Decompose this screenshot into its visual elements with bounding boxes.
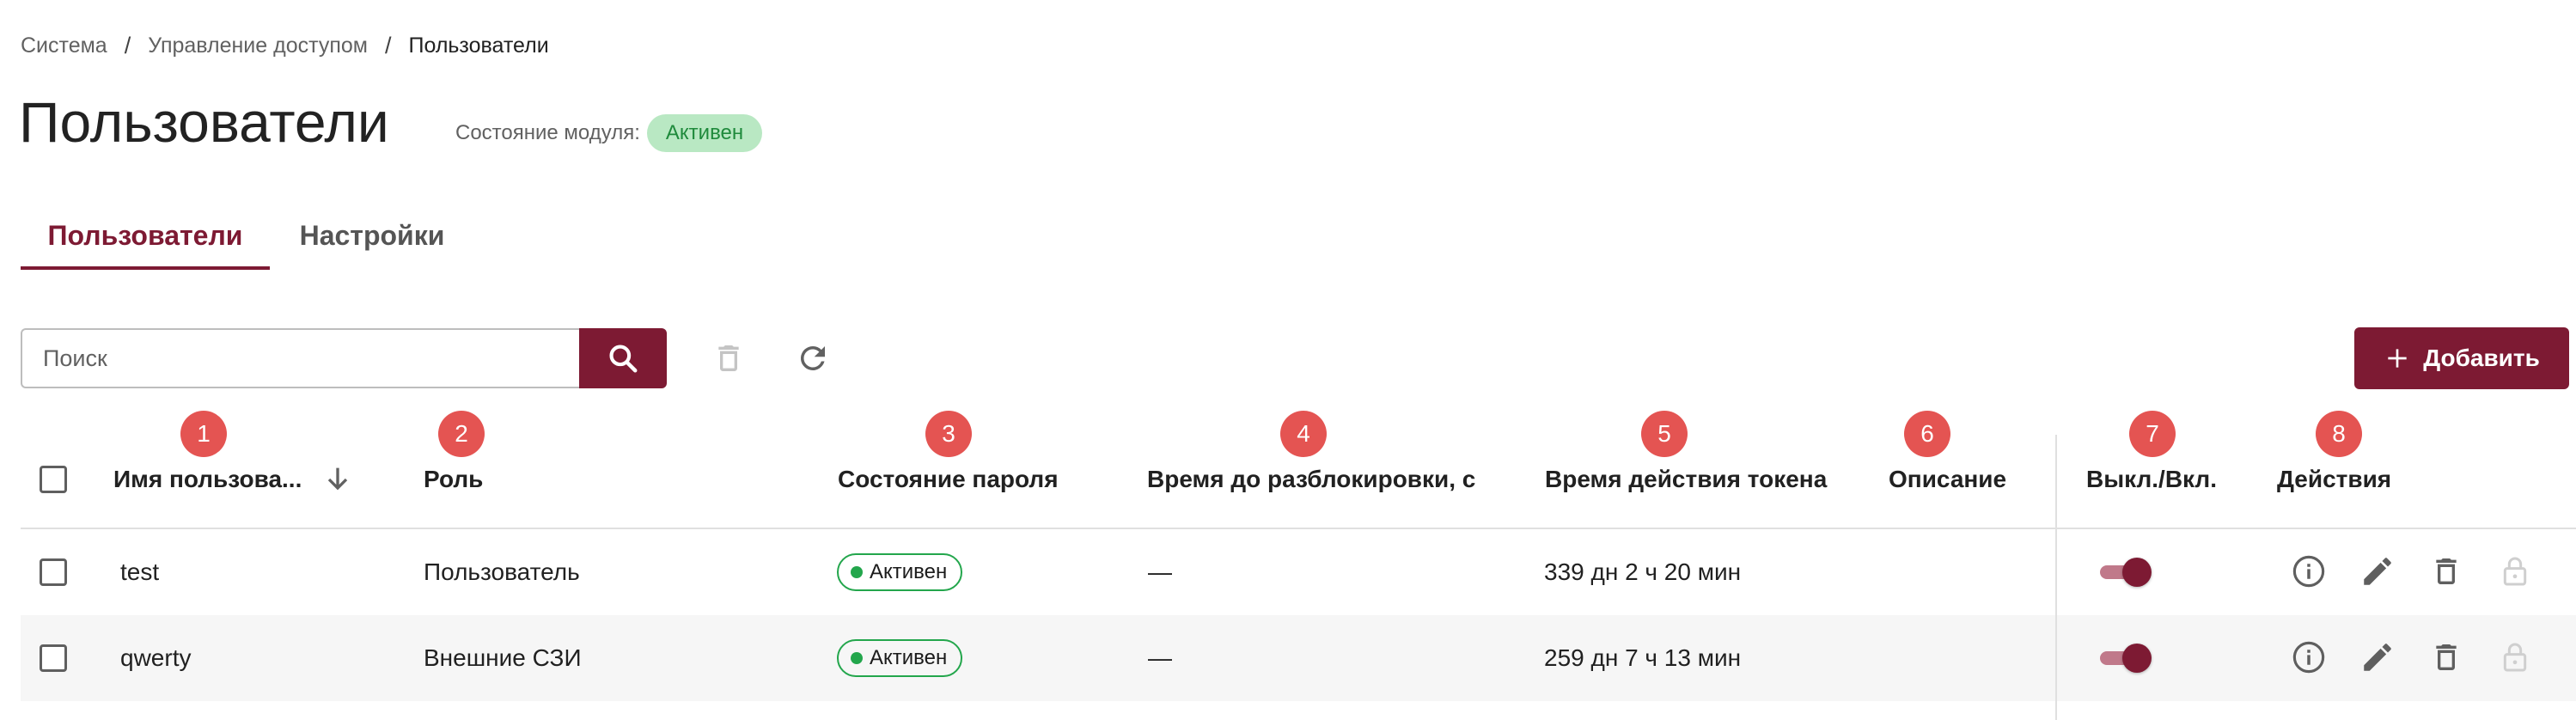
pencil-icon xyxy=(2364,558,2391,585)
table-row[interactable] xyxy=(21,529,2576,615)
module-state-badge: Активен xyxy=(646,114,763,152)
lock-button[interactable] xyxy=(2495,552,2535,591)
marker-1: 1 xyxy=(180,411,227,457)
module-state-label: Состояние модуля: xyxy=(455,121,640,144)
search-button[interactable] xyxy=(579,328,667,388)
tab-users[interactable]: Пользователи xyxy=(21,220,270,270)
add-user-button-label: Добавить xyxy=(2423,345,2540,371)
column-divider xyxy=(2055,435,2057,720)
info-button[interactable] xyxy=(2289,552,2329,591)
user-enabled-toggle[interactable] xyxy=(2097,640,2152,674)
lock-open-icon xyxy=(2503,643,2527,672)
status-dot-icon xyxy=(851,652,863,664)
select-all-checkbox[interactable] xyxy=(40,466,67,493)
column-header-username[interactable]: Имя пользова... xyxy=(113,462,355,497)
search-input[interactable] xyxy=(22,330,581,387)
users-page: Система / Управление доступом / Пользова… xyxy=(0,0,2576,720)
user-enabled-toggle[interactable] xyxy=(2097,554,2152,589)
marker-7: 7 xyxy=(2129,411,2176,457)
status-badge-label: Активен xyxy=(870,560,948,583)
table-row[interactable] xyxy=(21,615,2576,701)
cell-unlock-time: — xyxy=(1148,644,1172,671)
module-state: Состояние модуля: Активен xyxy=(455,113,763,153)
lock-open-icon xyxy=(2503,557,2527,586)
plus-icon xyxy=(2388,349,2407,368)
info-icon xyxy=(2292,641,2325,674)
column-header-description[interactable]: Описание xyxy=(1889,462,2006,497)
column-header-username-label: Имя пользова... xyxy=(113,466,302,492)
info-icon xyxy=(2292,555,2325,588)
cell-username: qwerty xyxy=(120,644,192,671)
toggle-thumb xyxy=(2122,644,2152,673)
cell-unlock-time: — xyxy=(1148,558,1172,585)
info-button[interactable] xyxy=(2289,638,2329,677)
row-checkbox[interactable] xyxy=(40,558,67,586)
column-header-token-time[interactable]: Время действия токена xyxy=(1545,462,1827,497)
refresh-button[interactable] xyxy=(792,338,833,379)
marker-3: 3 xyxy=(925,411,972,457)
cell-role: Пользователь xyxy=(424,558,580,585)
cell-username: test xyxy=(120,558,160,585)
marker-2: 2 xyxy=(438,411,485,457)
trash-icon xyxy=(2436,558,2457,584)
column-header-unlock-time[interactable]: Время до разблокировки, с xyxy=(1147,462,1475,497)
delete-button[interactable] xyxy=(2426,638,2466,677)
toggle-thumb xyxy=(2122,558,2152,587)
marker-6: 6 xyxy=(1904,411,1950,457)
status-badge: Активен xyxy=(837,553,963,591)
status-badge: Активен xyxy=(837,639,963,677)
delete-selected-button[interactable] xyxy=(708,338,749,379)
search-icon xyxy=(609,345,638,373)
marker-5: 5 xyxy=(1641,411,1688,457)
tab-settings[interactable]: Настройки xyxy=(273,220,471,270)
breadcrumb-separator: / xyxy=(384,32,392,58)
column-header-actions: Действия xyxy=(2277,466,2392,492)
lock-button[interactable] xyxy=(2495,638,2535,677)
breadcrumb-item-system[interactable]: Система xyxy=(21,34,107,58)
cell-token-time: 339 дн 2 ч 20 мин xyxy=(1544,558,1742,585)
breadcrumb-separator: / xyxy=(124,32,131,58)
arrow-down-icon[interactable] xyxy=(320,462,355,497)
status-dot-icon xyxy=(851,566,863,578)
trash-icon xyxy=(718,345,739,371)
page-title: Пользователи xyxy=(19,90,389,154)
breadcrumb: Система / Управление доступом / Пользова… xyxy=(21,31,549,60)
marker-8: 8 xyxy=(2316,411,2362,457)
column-header-password-state[interactable]: Состояние пароля xyxy=(838,462,1059,497)
marker-4: 4 xyxy=(1280,411,1327,457)
add-user-button[interactable]: Добавить xyxy=(2354,327,2569,389)
edit-button[interactable] xyxy=(2358,638,2397,677)
breadcrumb-item-users: Пользователи xyxy=(408,33,549,58)
breadcrumb-item-access-control[interactable]: Управление доступом xyxy=(148,34,368,58)
pencil-icon xyxy=(2364,644,2391,671)
trash-icon xyxy=(2436,644,2457,670)
cell-role: Внешние СЗИ xyxy=(424,644,582,671)
cell-token-time: 259 дн 7 ч 13 мин xyxy=(1544,644,1742,671)
status-badge-label: Активен xyxy=(870,646,948,669)
edit-button[interactable] xyxy=(2358,552,2397,591)
column-header-role[interactable]: Роль xyxy=(424,462,483,497)
search-field xyxy=(21,328,581,388)
column-header-enabled: Выкл./Вкл. xyxy=(2086,466,2217,492)
row-checkbox[interactable] xyxy=(40,644,67,672)
refresh-icon xyxy=(800,345,825,370)
delete-button[interactable] xyxy=(2426,552,2466,591)
